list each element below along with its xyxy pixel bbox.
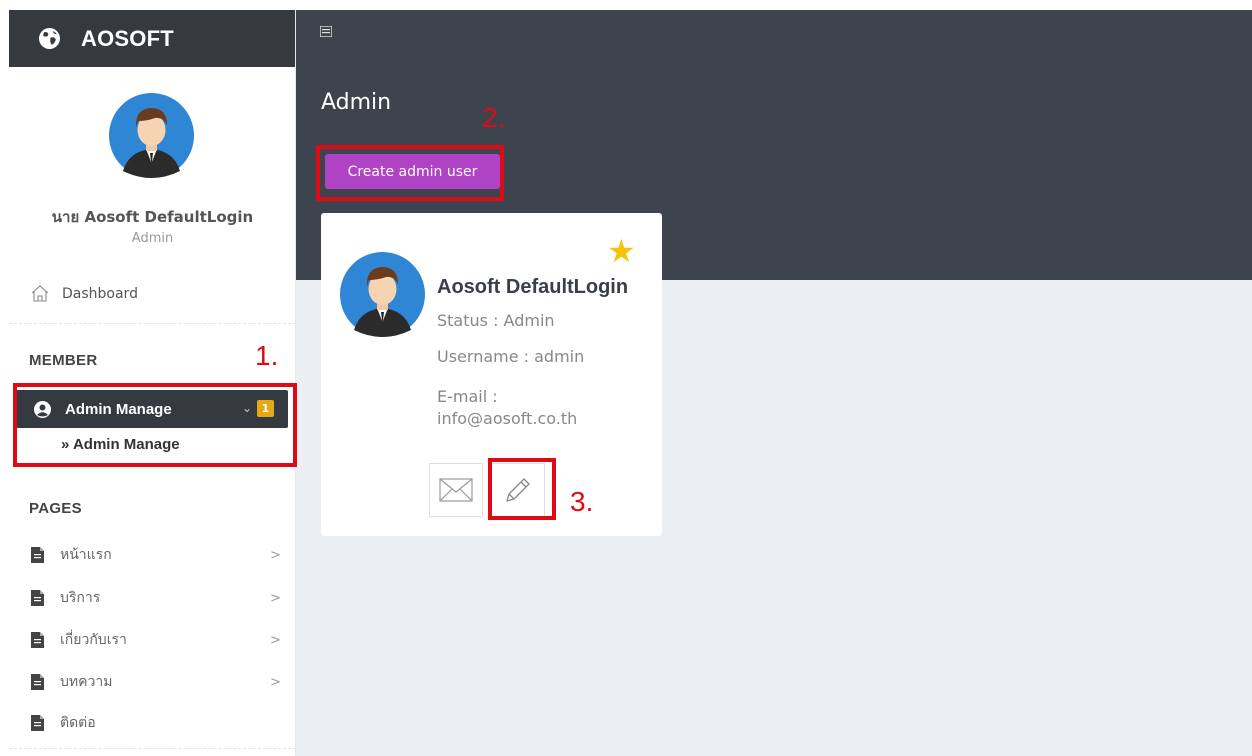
brand-name: AOSOFT <box>81 25 174 51</box>
card-email-value: info@aosoft.co.th <box>437 409 578 428</box>
divider <box>9 748 296 749</box>
annotation-number-1: 1. <box>255 340 279 371</box>
chevron-right-icon: > <box>270 590 281 606</box>
card-status: Status : Admin <box>437 311 555 330</box>
annotation-number-3: 3. <box>570 486 594 517</box>
page-item-services[interactable]: บริการ > <box>31 583 281 613</box>
section-pages-title: PAGES <box>29 500 82 517</box>
document-icon <box>31 715 44 731</box>
annotation-number-2: 2. <box>482 102 506 133</box>
send-email-button[interactable] <box>429 463 483 517</box>
avatar <box>340 252 425 337</box>
avatar <box>109 93 194 178</box>
document-icon <box>31 590 44 606</box>
menu-toggle-icon[interactable] <box>320 26 332 37</box>
document-icon <box>31 674 44 690</box>
card-email-label: E-mail : <box>437 387 498 406</box>
page-item-label: หน้าแรก <box>60 547 112 563</box>
annotation-box-1 <box>13 383 297 467</box>
card-username: Username : admin <box>437 347 585 366</box>
divider <box>9 323 296 324</box>
card-user-name: Aosoft DefaultLogin <box>437 276 629 298</box>
nav-dashboard[interactable]: Dashboard <box>31 285 138 302</box>
user-profile: นาย Aosoft DefaultLogin Admin <box>9 67 295 257</box>
brand-bar[interactable]: AOSOFT <box>9 10 295 67</box>
chevron-right-icon: > <box>270 547 281 563</box>
annotation-box-2 <box>316 145 504 201</box>
nav-dashboard-label: Dashboard <box>62 285 138 302</box>
chevron-right-icon: > <box>270 674 281 690</box>
page-item-contact[interactable]: ติดต่อ <box>31 708 281 738</box>
profile-name: นาย Aosoft DefaultLogin <box>51 208 254 226</box>
page-item-label: บทความ <box>60 674 113 690</box>
section-member-title: MEMBER <box>29 352 98 369</box>
main-content: Admin Create admin user ★ Aosoft Default… <box>296 10 1252 756</box>
envelope-icon <box>439 478 473 502</box>
page-item-about[interactable]: เกี่ยวกับเรา > <box>31 625 281 655</box>
globe-icon <box>39 28 60 49</box>
card-email: E-mail : info@aosoft.co.th <box>437 386 577 430</box>
page-title: Admin <box>321 90 392 115</box>
page-item-label: ติดต่อ <box>60 715 96 731</box>
home-icon <box>31 285 49 302</box>
page-item-articles[interactable]: บทความ > <box>31 667 281 697</box>
star-icon[interactable]: ★ <box>607 235 636 267</box>
page-item-label: บริการ <box>60 590 101 606</box>
page-item-home[interactable]: หน้าแรก > <box>31 540 281 570</box>
document-icon <box>31 547 44 563</box>
chevron-right-icon: > <box>270 632 281 648</box>
profile-role: Admin <box>131 231 174 246</box>
annotation-box-3 <box>488 458 556 520</box>
document-icon <box>31 632 44 648</box>
page-item-label: เกี่ยวกับเรา <box>60 632 127 648</box>
